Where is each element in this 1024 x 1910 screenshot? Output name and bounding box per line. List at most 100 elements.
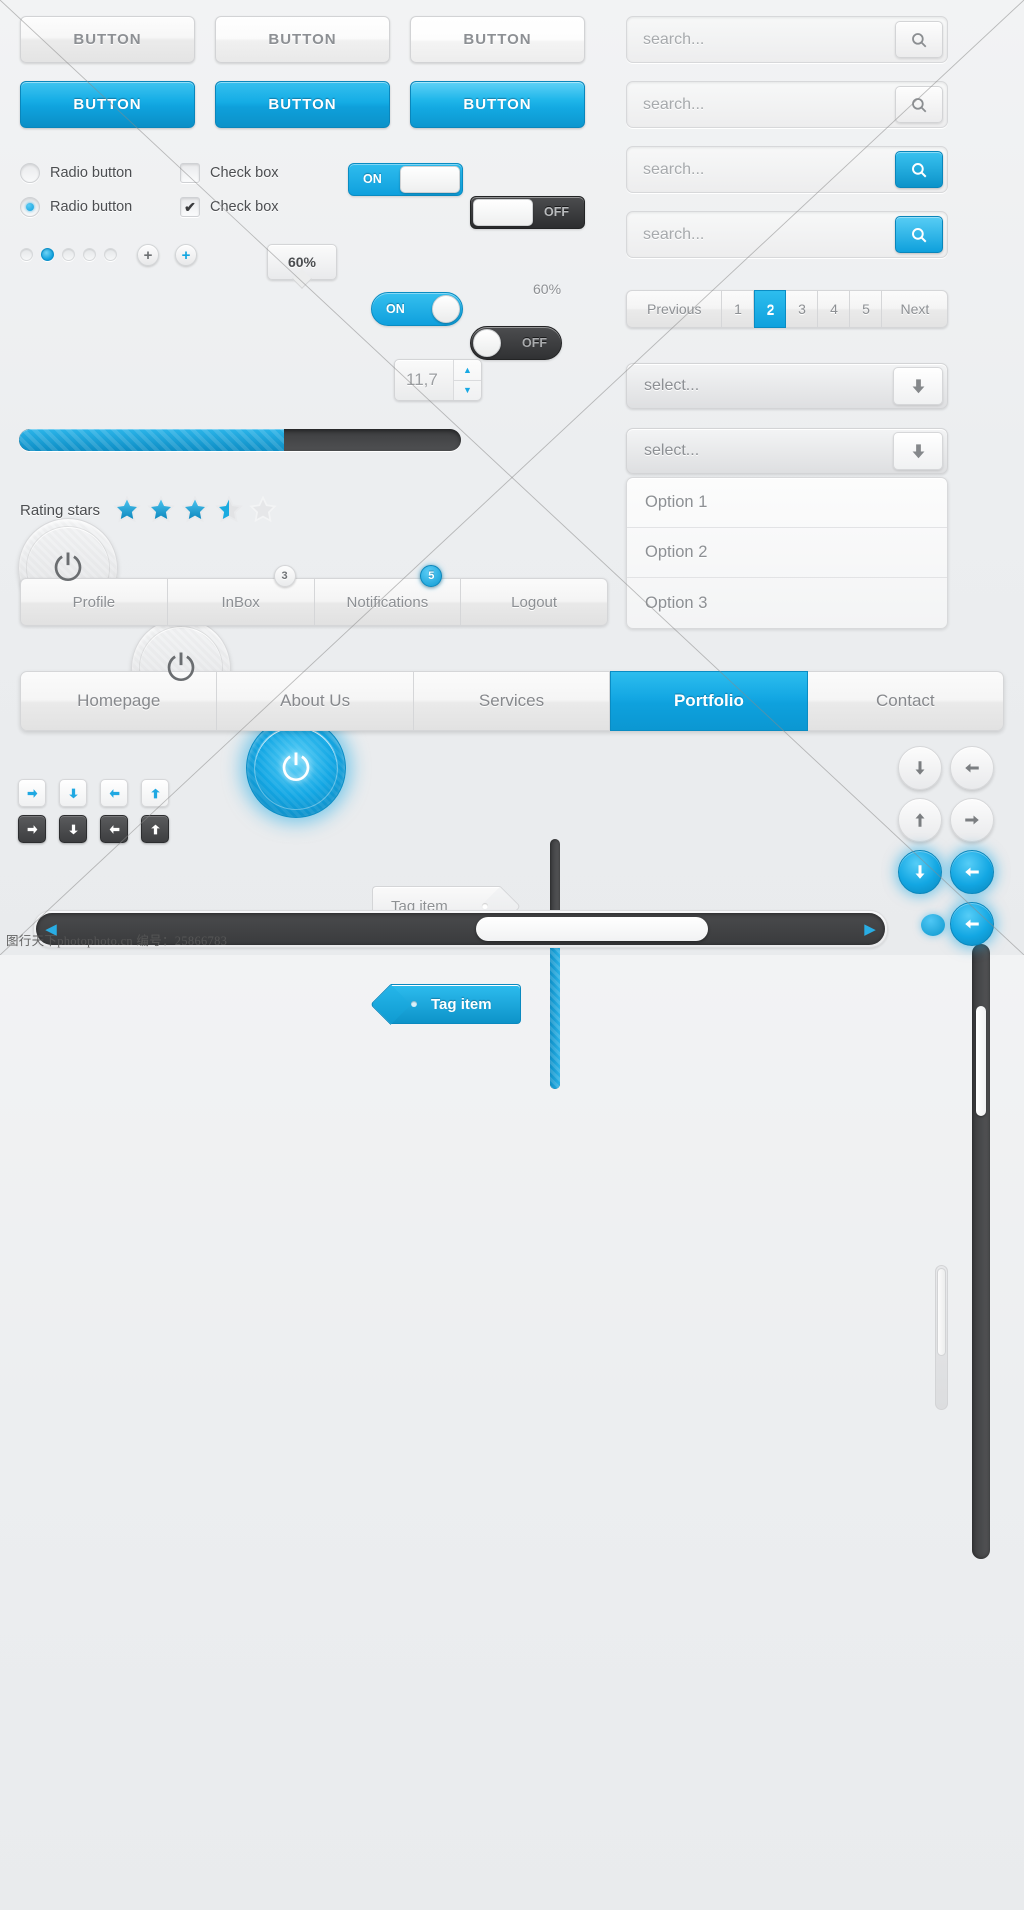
search-button[interactable]	[895, 216, 943, 253]
search-button[interactable]	[895, 21, 943, 58]
nav-item-contact[interactable]: Contact	[807, 671, 1005, 731]
add-button-grey[interactable]: +	[137, 244, 159, 266]
circle-arrow-up-grey[interactable]	[898, 798, 942, 842]
search-input[interactable]: search...	[631, 161, 895, 179]
button-blue-2[interactable]: BUTTON	[215, 81, 390, 128]
pagination-next[interactable]: Next	[882, 290, 949, 328]
tab-profile[interactable]: Profile	[20, 578, 168, 626]
scrollbar-thumb[interactable]	[476, 917, 708, 941]
select-dropdown-2[interactable]: select...	[626, 428, 948, 474]
search-input[interactable]: search...	[631, 31, 895, 49]
option-list-scrollbar[interactable]	[935, 1265, 948, 1410]
star-filled[interactable]	[146, 495, 176, 525]
pagination-page-2-active[interactable]: 2	[754, 290, 787, 328]
button-grey-1[interactable]: BUTTON	[20, 16, 195, 63]
arrow-right-button[interactable]	[18, 779, 46, 807]
search-bar-4[interactable]: search...	[626, 211, 948, 258]
tab-logout[interactable]: Logout	[461, 578, 608, 626]
circle-arrow-left-grey[interactable]	[950, 746, 994, 790]
pagination[interactable]: Previous 1 2 3 4 5 Next	[626, 290, 949, 328]
toggle-on-square[interactable]: ON	[348, 163, 463, 196]
arrow-right-button[interactable]	[18, 815, 46, 843]
button-blue-3[interactable]: BUTTON	[410, 81, 585, 128]
star-half[interactable]	[214, 495, 244, 525]
search-input[interactable]: search...	[631, 96, 895, 114]
search-button[interactable]	[895, 151, 943, 188]
arrow-down-button[interactable]	[59, 815, 87, 843]
pagination-page-5[interactable]: 5	[850, 290, 883, 328]
dot-indicator[interactable]	[20, 248, 33, 261]
vertical-slider[interactable]	[540, 839, 570, 1089]
select-arrow-button[interactable]	[893, 432, 943, 470]
pagination-page-3[interactable]: 3	[786, 290, 819, 328]
select-arrow-button[interactable]	[893, 367, 943, 405]
list-item[interactable]: Option 3	[627, 578, 947, 628]
circle-arrow-down-blue[interactable]	[898, 850, 942, 894]
toggle-knob[interactable]	[400, 166, 460, 193]
toggle-off-round[interactable]: OFF	[470, 326, 562, 360]
button-grey-2[interactable]: BUTTON	[215, 16, 390, 63]
radio-icon[interactable]	[20, 163, 40, 183]
arrow-up-button[interactable]	[141, 815, 169, 843]
arrow-left-button[interactable]	[100, 779, 128, 807]
star-empty[interactable]	[248, 495, 278, 525]
arrow-up-button[interactable]	[141, 779, 169, 807]
circle-arrow-right-grey[interactable]	[950, 798, 994, 842]
dot-indicator[interactable]	[62, 248, 75, 261]
search-bar-3[interactable]: search...	[626, 146, 948, 193]
checkbox-icon[interactable]	[180, 163, 200, 183]
scroll-right-arrow-icon[interactable]: ▶	[859, 918, 881, 940]
star-filled[interactable]	[112, 495, 142, 525]
spinner-arrows[interactable]: ▲ ▼	[453, 360, 481, 400]
checkbox-icon[interactable]: ✔	[180, 197, 200, 217]
number-spinner[interactable]: 11,7 ▲ ▼	[394, 359, 482, 401]
circle-arrow-left-blue-2[interactable]	[950, 902, 994, 946]
arrow-up-icon[interactable]: ▲	[454, 360, 481, 381]
power-button-on[interactable]: ⏻	[246, 718, 346, 818]
arrow-down-button[interactable]	[59, 779, 87, 807]
toggle-knob[interactable]	[473, 199, 533, 226]
pagination-page-4[interactable]: 4	[818, 290, 851, 328]
pagination-page-1[interactable]: 1	[722, 290, 755, 328]
toggle-on-round[interactable]: ON	[371, 292, 463, 326]
arrow-left-button[interactable]	[100, 815, 128, 843]
checkbox-option-unchecked[interactable]: Check box	[180, 163, 279, 183]
account-tab-group[interactable]: Profile InBox 3 Notifications 5 Logout	[20, 565, 608, 626]
arrow-down-icon[interactable]: ▼	[454, 381, 481, 401]
scrollbar-thumb[interactable]	[937, 1268, 946, 1356]
tag-item-blue[interactable]: Tag item	[391, 984, 521, 1024]
star-filled[interactable]	[180, 495, 210, 525]
circle-arrow-left-blue[interactable]	[950, 850, 994, 894]
spinner-value[interactable]: 11,7	[395, 360, 453, 400]
button-grey-3[interactable]: BUTTON	[410, 16, 585, 63]
dot-pagination[interactable]	[20, 248, 117, 261]
search-bar-2[interactable]: search...	[626, 81, 948, 128]
pagination-previous[interactable]: Previous	[626, 290, 723, 328]
radio-icon[interactable]	[20, 197, 40, 217]
dot-indicator[interactable]	[83, 248, 96, 261]
search-input[interactable]: search...	[631, 226, 895, 244]
tab-inbox[interactable]: InBox 3	[167, 565, 315, 626]
nav-item-services[interactable]: Services	[413, 671, 611, 731]
dot-indicator-active[interactable]	[41, 248, 54, 261]
radio-option-unchecked[interactable]: Radio button	[20, 163, 132, 183]
option-list[interactable]: Option 1 Option 2 Option 3	[626, 477, 948, 629]
vertical-scrollbar[interactable]	[972, 944, 990, 1559]
dot-indicator[interactable]	[104, 248, 117, 261]
button-blue-1[interactable]: BUTTON	[20, 81, 195, 128]
toggle-off-square[interactable]: OFF	[470, 196, 585, 229]
search-button[interactable]	[895, 86, 943, 123]
nav-item-portfolio-active[interactable]: Portfolio	[610, 671, 808, 731]
list-item[interactable]: Option 2	[627, 528, 947, 578]
scrollbar-thumb[interactable]	[976, 1006, 986, 1116]
circle-arrow-down-grey[interactable]	[898, 746, 942, 790]
radio-option-checked[interactable]: Radio button	[20, 197, 132, 217]
arrow-button-row-dark[interactable]	[18, 815, 169, 843]
rating-stars[interactable]: Rating stars	[20, 495, 282, 525]
add-button-blue[interactable]: +	[175, 244, 197, 266]
select-dropdown-1[interactable]: select...	[626, 363, 948, 409]
tab-notifications[interactable]: Notifications 5	[314, 565, 462, 626]
checkbox-option-checked[interactable]: ✔ Check box	[180, 197, 279, 217]
list-item[interactable]: Option 1	[627, 478, 947, 528]
nav-item-about-us[interactable]: About Us	[217, 671, 414, 731]
